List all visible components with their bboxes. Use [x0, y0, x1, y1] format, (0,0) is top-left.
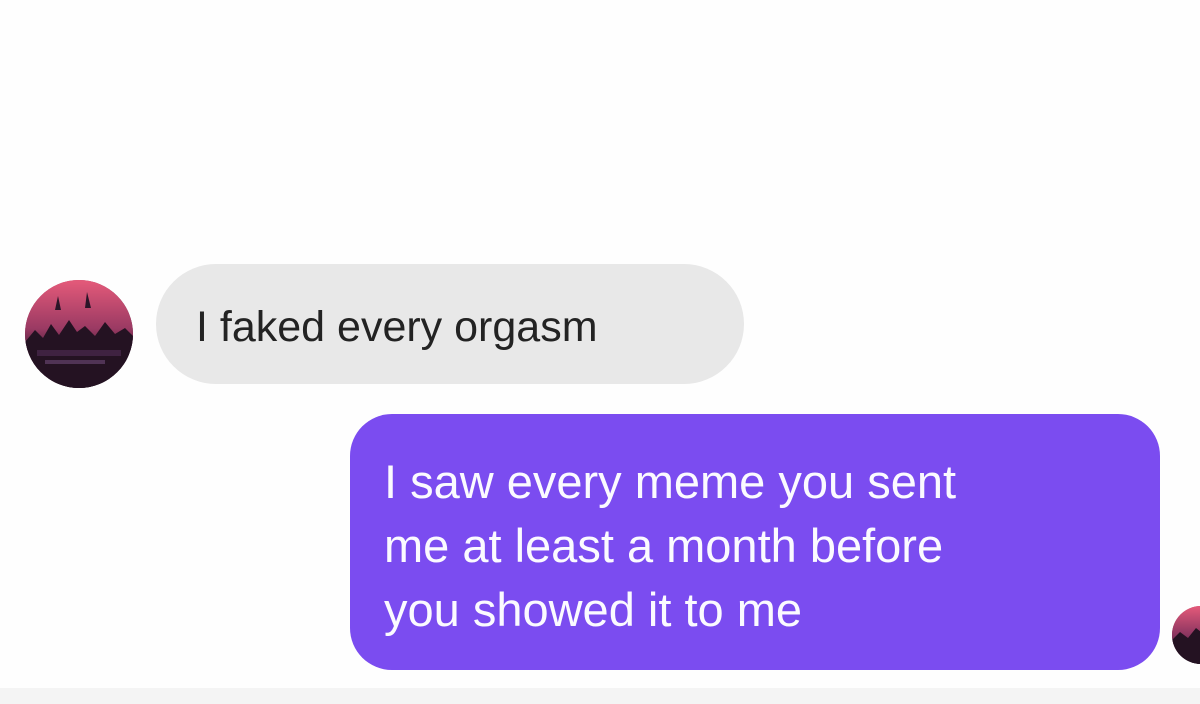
incoming-message-text: I faked every orgasm [196, 303, 598, 351]
incoming-message-bubble[interactable]: I faked every orgasm [156, 264, 744, 384]
seen-avatar-image [1172, 606, 1200, 664]
bottom-divider [0, 688, 1200, 704]
outgoing-message-line: you showed it to me [384, 583, 802, 636]
avatar-image [25, 280, 133, 388]
seen-avatar-icon [1172, 606, 1200, 664]
chat-thread: I faked every orgasm I saw every meme yo… [0, 0, 1200, 704]
outgoing-message-line: I saw every meme you sent [384, 455, 957, 508]
contact-avatar[interactable] [25, 280, 133, 388]
outgoing-message-line: me at least a month before [384, 519, 944, 572]
outgoing-message-bubble[interactable]: I saw every meme you sent me at least a … [350, 414, 1160, 670]
